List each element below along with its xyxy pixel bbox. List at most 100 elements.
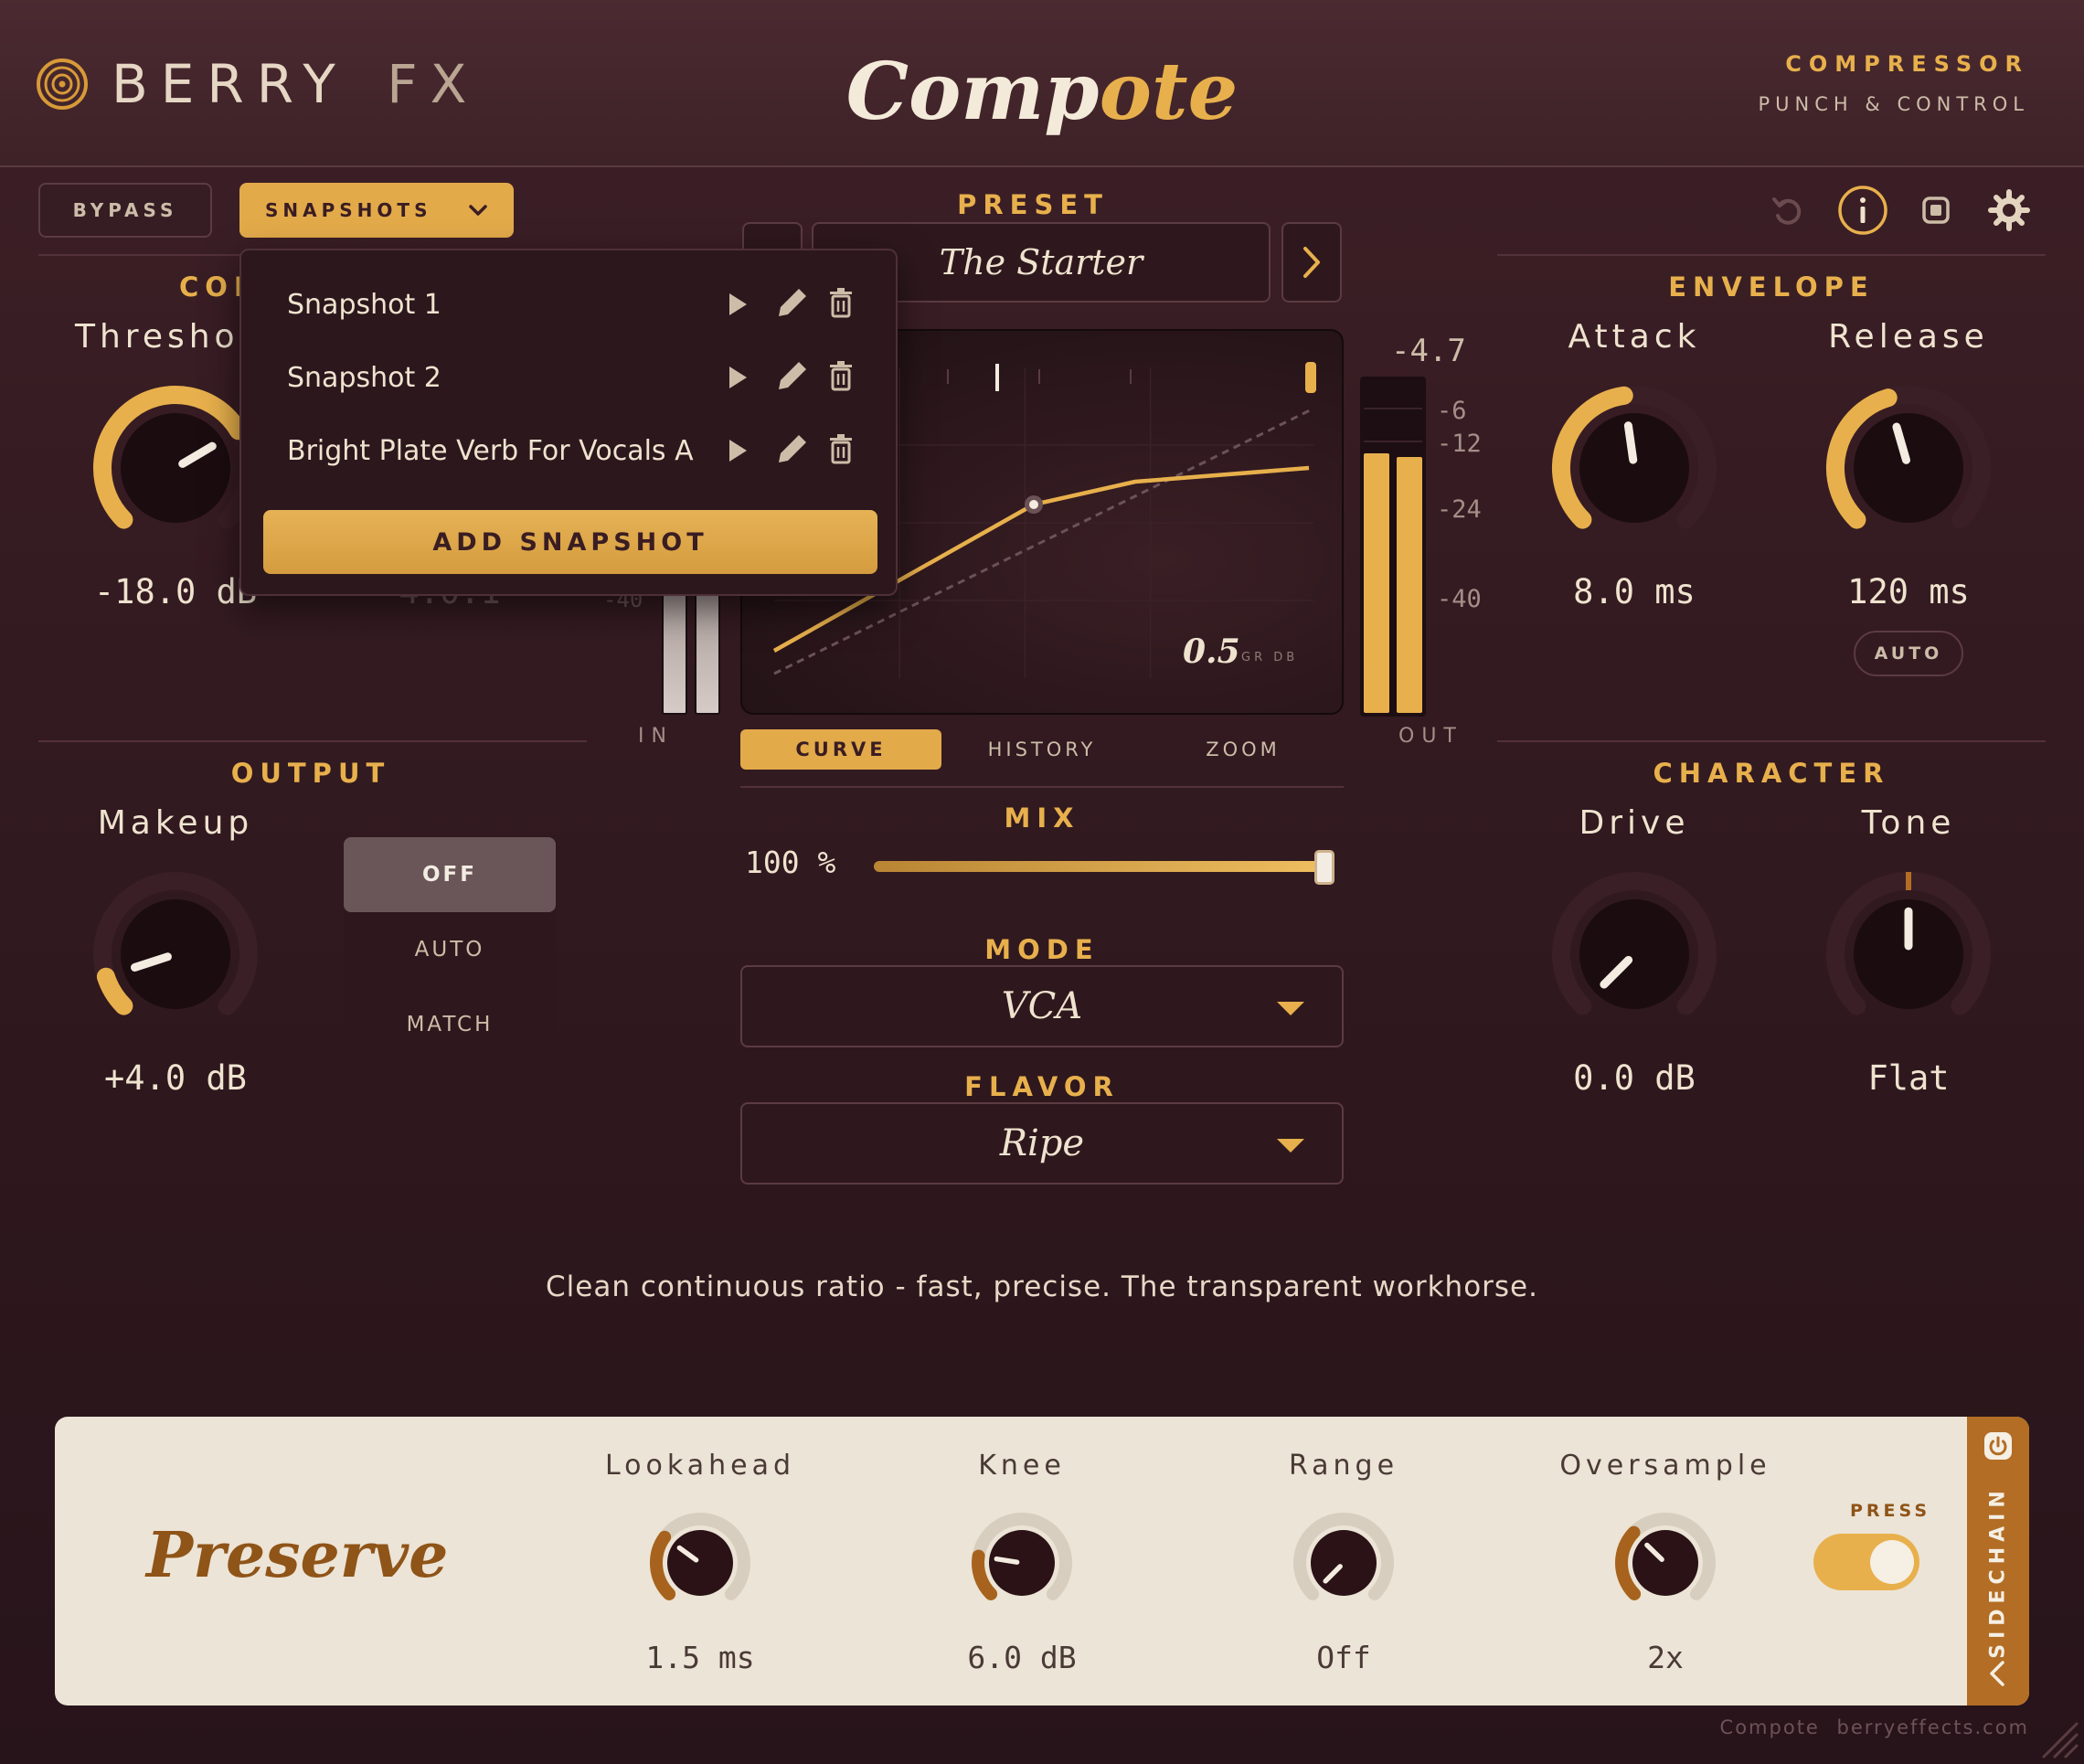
gain-mode-off-label: OFF	[422, 863, 477, 887]
knob-value-arc	[972, 1549, 998, 1600]
press-toggle[interactable]	[1813, 1534, 1919, 1590]
info-icon	[1838, 186, 1887, 235]
threshold-point	[1029, 500, 1038, 509]
play-icon[interactable]	[728, 439, 748, 462]
tab-zoom[interactable]: ZOOM	[1143, 729, 1344, 770]
gain-mode-auto[interactable]: AUTO	[344, 912, 556, 987]
record-button[interactable]	[1921, 196, 1951, 225]
chevron-left-icon	[1990, 1661, 2004, 1686]
knob-body	[1632, 1530, 1698, 1596]
mode-dropdown[interactable]: VCA	[740, 965, 1344, 1047]
chevron-right-icon	[1303, 247, 1320, 278]
brand-name-secondary: FX	[387, 53, 480, 115]
in-label: IN	[638, 725, 674, 748]
release-auto-button[interactable]: AUTO	[1854, 631, 1963, 676]
out-scale-label: -6	[1437, 397, 1467, 425]
out-scale: -6 -12 -24 -40	[1435, 393, 1490, 622]
gr-level-marker	[1305, 362, 1316, 393]
edit-pencil-icon[interactable]	[777, 287, 808, 318]
envelope-divider	[1497, 254, 2046, 256]
range-value: Off	[1316, 1640, 1371, 1675]
mode-value: VCA	[1001, 985, 1083, 1027]
mix-slider[interactable]	[874, 850, 1344, 885]
knob-value-arc	[1615, 1525, 1642, 1600]
gain-reduction-value: 0.5	[1183, 632, 1240, 671]
flavor-dropdown[interactable]: Ripe	[740, 1102, 1344, 1185]
knob-body	[989, 1530, 1055, 1596]
drive-knob[interactable]	[1543, 863, 1726, 1046]
gain-mode-match-label: MATCH	[406, 1013, 494, 1036]
release-value: 120 ms	[1847, 572, 1970, 611]
snapshot-row[interactable]: Snapshot 1	[241, 271, 899, 336]
undo-icon	[1772, 197, 1802, 225]
gain-mode-match[interactable]: MATCH	[344, 987, 556, 1062]
footer-site[interactable]: berryeffects.com	[1837, 1716, 2029, 1738]
mode-label: MODE	[984, 934, 1100, 965]
snapshot-row[interactable]: Snapshot 2	[241, 344, 899, 409]
knee-value: 6.0 dB	[967, 1640, 1077, 1675]
edit-pencil-icon[interactable]	[777, 433, 808, 464]
out-scale-label: -40	[1437, 585, 1482, 613]
mix-slider-thumb[interactable]	[1314, 850, 1334, 885]
out-scale-label: -12	[1437, 430, 1482, 458]
tab-curve[interactable]: CURVE	[740, 729, 941, 770]
play-icon[interactable]	[728, 292, 748, 316]
flavor-label: FLAVOR	[964, 1071, 1120, 1102]
sidechain-tab[interactable]: SIDECHAIN	[1967, 1417, 2029, 1706]
in-meter	[662, 585, 722, 715]
snapshots-button[interactable]: SNAPSHOTS	[239, 183, 514, 238]
product-title: Compote	[823, 46, 1261, 138]
snapshots-menu: Snapshot 1 Snapshot 2 Bright Plate Verb …	[239, 249, 898, 596]
play-icon[interactable]	[728, 366, 748, 389]
edit-pencil-icon[interactable]	[777, 360, 808, 391]
gain-mode-off[interactable]: OFF	[344, 837, 556, 912]
character-title: CHARACTER	[1653, 758, 1890, 789]
knob-indicator	[994, 1556, 1020, 1565]
delete-trash-icon[interactable]	[828, 287, 854, 318]
bypass-button[interactable]: BYPASS	[38, 183, 212, 238]
tone-knob[interactable]	[1817, 863, 2000, 1046]
settings-button[interactable]	[1987, 188, 2031, 232]
press-toggle-thumb	[1870, 1540, 1914, 1584]
product-title-part1: Comp	[845, 46, 1100, 138]
resize-grip-icon[interactable]	[2036, 1716, 2079, 1759]
knob-body	[1579, 413, 1689, 523]
attack-knob[interactable]	[1543, 377, 1726, 559]
envelope-title: ENVELOPE	[1668, 271, 1875, 303]
delete-trash-icon[interactable]	[828, 360, 854, 391]
makeup-label: Makeup	[97, 804, 254, 842]
snapshot-row[interactable]: Bright Plate Verb For Vocals A	[241, 417, 899, 483]
delete-trash-icon[interactable]	[828, 433, 854, 464]
undo-button[interactable]	[1769, 192, 1805, 228]
tab-history[interactable]: HISTORY	[941, 729, 1143, 770]
brand-logo-icon	[35, 57, 90, 112]
knob-value-arc	[650, 1530, 676, 1600]
out-meter	[1360, 377, 1426, 717]
category-tagline: PUNCH & CONTROL	[1758, 93, 2029, 115]
mix-label: MIX	[1004, 802, 1080, 834]
in-meter-right	[695, 585, 720, 715]
tone-label: Tone	[1861, 804, 1956, 842]
character-divider	[1497, 740, 2046, 742]
preset-next-button[interactable]	[1281, 222, 1342, 303]
lookahead-knob[interactable]	[645, 1508, 755, 1618]
press-label: PRESS	[1849, 1501, 1931, 1521]
output-title: OUTPUT	[230, 758, 391, 789]
info-button[interactable]	[1837, 185, 1888, 236]
mix-slider-fill	[874, 861, 1331, 872]
record-icon	[1922, 197, 1950, 224]
chevron-down-icon	[469, 205, 487, 216]
release-knob[interactable]	[1817, 377, 2000, 559]
preset-label: PRESET	[957, 189, 1109, 220]
snapshots-button-label: SNAPSHOTS	[265, 199, 432, 221]
drive-value: 0.0 dB	[1573, 1058, 1696, 1098]
release-auto-label: AUTO	[1874, 643, 1943, 664]
makeup-knob[interactable]	[84, 863, 267, 1046]
oversample-knob[interactable]	[1611, 1508, 1720, 1618]
snapshot-name: Snapshot 2	[287, 362, 441, 394]
range-knob[interactable]	[1289, 1508, 1398, 1618]
add-snapshot-button[interactable]: ADD SNAPSHOT	[263, 510, 877, 574]
knee-knob[interactable]	[967, 1508, 1077, 1618]
preserve-title: Preserve	[146, 1519, 449, 1592]
in-meter-left	[662, 585, 687, 715]
